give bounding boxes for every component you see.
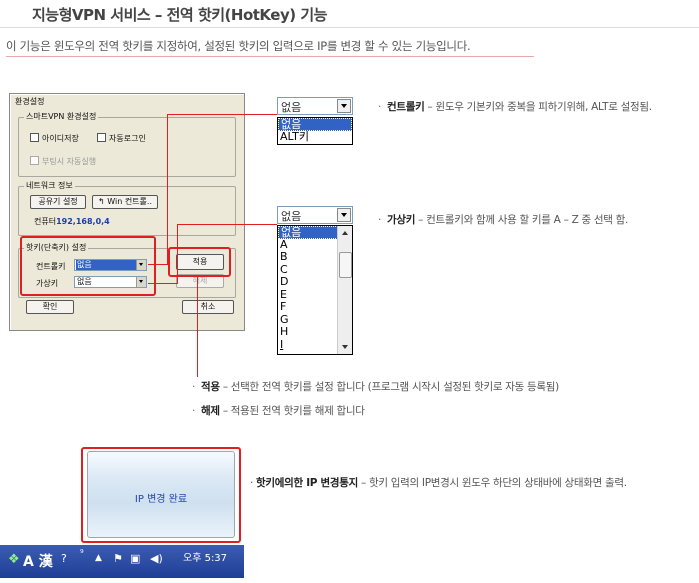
note-release-desc: – 적용된 전역 핫키를 해제 합니다 xyxy=(219,405,365,417)
chevron-down-icon xyxy=(337,99,351,113)
computer-ip-row: 컨퓨터192,168,0,4 xyxy=(34,216,110,227)
boot-run-checkbox: 부팅시 자동실행 xyxy=(30,156,96,167)
note-virtual-key-name: 가상키 xyxy=(387,214,416,226)
save-id-checkbox[interactable]: 아이디저장 xyxy=(30,133,79,144)
ime-settings-icon[interactable]: ⁹ xyxy=(80,549,84,559)
save-id-label: 아이디저장 xyxy=(42,134,79,143)
chevron-down-icon xyxy=(337,208,351,222)
note-apply-name: 적용 xyxy=(201,381,220,393)
connector-line xyxy=(167,114,168,264)
connector-line xyxy=(148,283,178,284)
ok-button[interactable]: 확인 xyxy=(26,300,74,314)
help-icon[interactable]: ? xyxy=(61,552,67,565)
control-key-dropdown[interactable]: 없음 xyxy=(277,97,353,115)
connector-line xyxy=(197,277,198,377)
smart-group-title: 스마트VPN 환경설정 xyxy=(24,111,99,122)
intro-text: 이 기능은 윈도우의 전역 핫키를 지정하여, 설정된 핫키의 입력으로 IP를… xyxy=(6,39,471,53)
taskbar: ❖ A 漢 ? ⁹ ▲ ⚑ ▣ ◀) 오후 5:37 xyxy=(0,545,244,578)
scroll-down-icon[interactable] xyxy=(342,345,348,349)
auto-login-label: 자동로그인 xyxy=(109,134,146,143)
title-divider xyxy=(0,27,699,28)
control-option[interactable]: ALT키 xyxy=(278,130,352,144)
virtual-key-dropdown[interactable]: 없음 xyxy=(277,206,353,224)
note-control-key-desc: – 윈도우 기본키와 중복을 피하기위해, ALT로 설정됨. xyxy=(424,101,653,113)
cancel-button[interactable]: 취소 xyxy=(182,300,234,314)
network-icon[interactable]: ❖ xyxy=(8,552,20,567)
win-ctrl-icon: ↰ xyxy=(98,197,108,206)
tray-expand-icon[interactable]: ▲ xyxy=(95,553,102,563)
connector-line xyxy=(167,114,277,115)
computer-label: 컨퓨터 xyxy=(34,217,57,226)
network-group-title: 네트워크 정보 xyxy=(24,180,75,191)
action-center-flag-icon[interactable]: ⚑ xyxy=(113,552,123,565)
computer-ip: 192,168,0,4 xyxy=(56,217,110,226)
note-virtual-key: · 가상키 – 컨트롤키와 함께 사용 할 키를 A – Z 중 선택 함. xyxy=(378,214,629,226)
connector-line xyxy=(148,264,168,265)
share-settings-button[interactable]: 공유기 설정 xyxy=(30,195,86,209)
network-group xyxy=(18,186,236,236)
note-control-key: · 컨트롤키 – 윈도우 기본키와 중복을 피하기위해, ALT로 설정됨. xyxy=(378,101,653,113)
control-option[interactable]: 없음 xyxy=(278,118,352,131)
note-apply-desc: – 선택한 전역 핫키를 설정 합니다 (프로그램 시작시 설정된 핫키로 자동… xyxy=(219,381,559,393)
intro-underline xyxy=(6,56,534,57)
volume-icon[interactable]: ◀) xyxy=(150,552,163,565)
note-notify-desc: – 핫키 입력의 IP변경시 윈도우 하단의 상태바에 상태화면 출력. xyxy=(358,477,627,489)
note-release-name: 해제 xyxy=(201,405,220,417)
note-virtual-key-desc: – 컨트롤키와 함께 사용 할 키를 A – Z 중 선택 함. xyxy=(415,214,629,226)
win-control-label: Win 컨트롤.. xyxy=(107,197,152,206)
connector-line xyxy=(177,224,277,225)
note-release: · 해제 – 적용된 전역 핫키를 해제 합니다 xyxy=(192,405,365,417)
virtual-dropdown-selected: 없음 xyxy=(281,210,302,223)
note-control-key-name: 컨트롤키 xyxy=(387,101,425,113)
notification-highlight xyxy=(81,447,241,543)
note-notify: · 핫키에의한 IP 변경통지 – 핫키 입력의 IP변경시 윈도우 하단의 상태… xyxy=(250,477,627,489)
smart-group xyxy=(18,117,236,177)
scroll-up-icon[interactable] xyxy=(342,231,348,235)
control-dropdown-selected: 없음 xyxy=(281,101,302,114)
auto-login-checkbox[interactable]: 자동로그인 xyxy=(97,133,146,144)
control-key-list: 없음 ALT키 xyxy=(277,117,353,145)
list-scrollbar[interactable] xyxy=(337,226,352,354)
hotkey-highlight xyxy=(20,236,156,296)
virtual-key-list: 없음 A B C D E F G H I xyxy=(277,225,353,355)
clock[interactable]: 오후 5:37 xyxy=(183,549,227,564)
network-tray-icon[interactable]: ▣ xyxy=(130,552,140,565)
win-control-button[interactable]: ↰ Win 컨트롤.. xyxy=(92,195,158,209)
note-notify-name: 핫키에의한 IP 변경통지 xyxy=(256,477,358,489)
connector-line xyxy=(177,224,178,284)
page-title: 지능형VPN 서비스 – 전역 핫키(HotKey) 기능 xyxy=(32,6,327,24)
note-apply: · 적용 – 선택한 전역 핫키를 설정 합니다 (프로그램 시작시 설정된 핫키… xyxy=(192,381,559,393)
scroll-thumb[interactable] xyxy=(339,252,352,278)
ime-indicator[interactable]: A 漢 xyxy=(23,551,53,571)
dialog-title: 환경설정 xyxy=(15,97,45,106)
boot-run-label: 부팅시 자동실행 xyxy=(42,157,97,166)
